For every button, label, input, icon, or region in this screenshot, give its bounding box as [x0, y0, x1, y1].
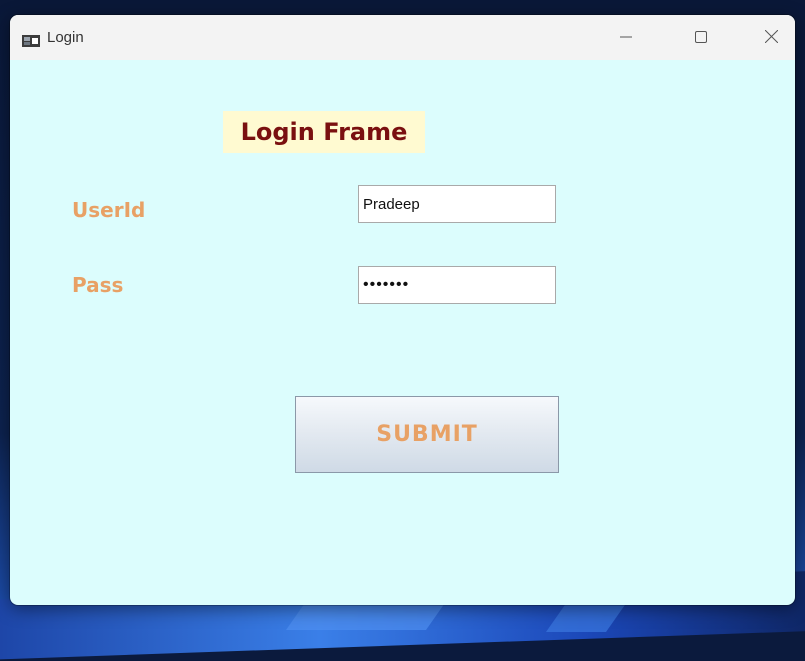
- minimize-icon: [620, 28, 632, 47]
- close-button[interactable]: [748, 15, 794, 60]
- minimize-button[interactable]: [603, 15, 649, 60]
- userid-label: UserId: [72, 198, 146, 222]
- pass-label: Pass: [72, 273, 124, 297]
- password-field[interactable]: [358, 266, 556, 304]
- app-icon: [22, 32, 40, 47]
- window-title: Login: [47, 29, 84, 46]
- userid-field[interactable]: [358, 185, 556, 223]
- maximize-button[interactable]: [678, 15, 724, 60]
- title-bar[interactable]: Login: [10, 15, 795, 60]
- login-window: Login Login Frame UserId Pass SUBMIT: [10, 15, 795, 605]
- maximize-icon: [695, 28, 707, 47]
- frame-heading: Login Frame: [223, 111, 425, 153]
- submit-button[interactable]: SUBMIT: [295, 396, 559, 473]
- close-icon: [764, 28, 778, 47]
